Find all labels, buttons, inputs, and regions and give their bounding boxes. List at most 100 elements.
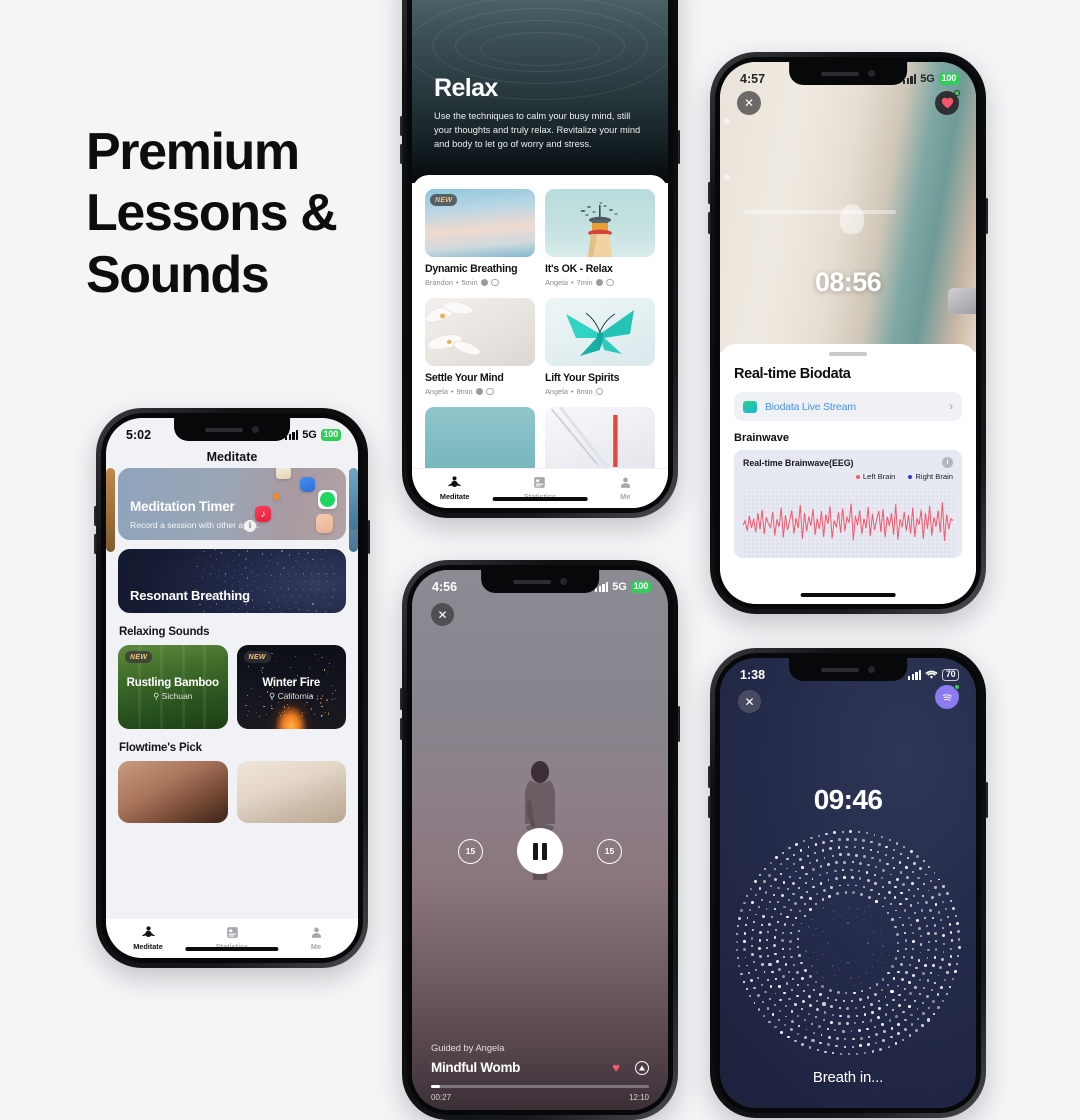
pick-card-1[interactable]: [118, 761, 228, 823]
info-icon[interactable]: i: [942, 457, 953, 468]
meditate-icon: [447, 476, 462, 489]
home-indicator[interactable]: [185, 947, 278, 951]
flower-graphic: [425, 298, 535, 366]
favorite-outline-icon[interactable]: [596, 388, 604, 396]
new-badge: NEW: [244, 651, 271, 663]
flower-thumb: [425, 298, 535, 366]
status-time: 1:38: [740, 668, 765, 682]
volume-down-button[interactable]: [400, 718, 403, 740]
pick-card-2[interactable]: [237, 761, 347, 823]
paper-thumb: [545, 407, 655, 475]
legend-left-brain: Left Brain: [856, 472, 896, 481]
home-indicator[interactable]: [493, 497, 588, 501]
legend-right-brain: Right Brain: [908, 472, 953, 481]
battery-badge: 100: [631, 581, 651, 593]
pause-icon-bar: [542, 843, 547, 860]
relax-title: Relax: [434, 74, 498, 103]
phone-screen: ‹ Relax Use the techniques to calm your …: [412, 0, 668, 508]
profile-icon: [310, 926, 323, 939]
paper-lines-graphic: [545, 407, 655, 475]
battery-badge: 70: [942, 669, 959, 682]
sound-card-bamboo[interactable]: NEW Rustling Bamboo ⚲ Sichuan: [118, 645, 228, 729]
lesson-card-its-ok-relax[interactable]: It's OK - Relax Angela • 7min: [545, 189, 655, 287]
phone-screen: 5:02 5G 100 Meditate ♪ Meditation Timer …: [106, 418, 358, 958]
favorite-button[interactable]: ♥: [612, 1060, 620, 1075]
sheet-grabber[interactable]: [829, 352, 867, 356]
volume-up-button[interactable]: [708, 182, 711, 204]
tab-meditate[interactable]: Meditate: [106, 919, 190, 958]
status-time: 4:56: [432, 580, 457, 594]
network-label: 5G: [612, 581, 626, 593]
airplay-button[interactable]: [635, 1061, 649, 1075]
relax-description: Use the techniques to calm your busy min…: [434, 110, 644, 152]
spotify-connect-button[interactable]: [935, 685, 959, 709]
volume-up-button[interactable]: [94, 506, 97, 526]
meditation-timer-card[interactable]: ♪ Meditation Timer Record a session with…: [118, 468, 346, 540]
status-time: 5:02: [126, 428, 151, 442]
lighthouse-graphic: [577, 201, 623, 257]
total-time: 12:10: [629, 1093, 649, 1102]
rewind-15-button[interactable]: 15: [458, 839, 483, 864]
timer-card-subtitle: Record a session with other apps.: [130, 520, 259, 530]
earpiece-speaker: [821, 668, 859, 672]
tab-statistics[interactable]: Statistics: [190, 919, 274, 958]
favorite-outline-icon[interactable]: [606, 279, 614, 287]
biodata-live-stream-row[interactable]: Biodata Live Stream ›: [734, 392, 962, 421]
close-button[interactable]: ✕: [737, 91, 761, 115]
power-button[interactable]: [678, 706, 681, 742]
phone-player: 4:56 5G 100 ✕ 15 15 Guided by Angela Min…: [402, 560, 678, 1120]
volume-up-button[interactable]: [708, 766, 711, 788]
progress-bar[interactable]: [431, 1085, 649, 1088]
tab-meditate[interactable]: Meditate: [412, 469, 497, 508]
power-button[interactable]: [678, 130, 681, 164]
lesson-meta: Angela • 9min: [425, 387, 535, 396]
close-button[interactable]: ✕: [431, 603, 454, 626]
lesson-card-partial-2[interactable]: [545, 407, 655, 475]
lesson-card-settle-your-mind[interactable]: Settle Your Mind Angela • 9min: [425, 298, 535, 396]
pick-card-next-edge[interactable]: [349, 468, 358, 530]
close-button[interactable]: ✕: [738, 690, 761, 713]
volume-up-button[interactable]: [400, 688, 403, 710]
lesson-card-dynamic-breathing[interactable]: NEW Dynamic Breathing Brandon • 5min: [425, 189, 535, 287]
power-button[interactable]: [986, 782, 989, 818]
info-icon[interactable]: i: [244, 520, 256, 532]
section-flowtimes-pick: Flowtime's Pick: [119, 742, 346, 754]
sound-card-prev-edge[interactable]: [106, 468, 115, 552]
tab-statistics[interactable]: Statistics: [497, 469, 582, 508]
biodata-title: Real-time Biodata: [734, 366, 962, 382]
favorite-outline-icon[interactable]: [486, 388, 494, 396]
statistics-icon: [226, 926, 239, 939]
eeg-card[interactable]: Real-time Brainwave(EEG) i Left Brain Ri…: [734, 450, 962, 558]
lesson-card-lift-your-spirits[interactable]: Lift Your Spirits Angela • 8min: [545, 298, 655, 396]
volume-down-button[interactable]: [708, 212, 711, 234]
lesson-list[interactable]: NEW Dynamic Breathing Brandon • 5min It'…: [412, 175, 668, 508]
location-pin-icon: ⚲: [269, 691, 275, 701]
pause-button[interactable]: [517, 828, 563, 874]
forward-15-button[interactable]: 15: [597, 839, 622, 864]
power-button[interactable]: [368, 520, 371, 554]
origami-butterfly-graphic: [560, 304, 640, 362]
lesson-card-partial-1[interactable]: [425, 407, 535, 475]
volume-down-button[interactable]: [400, 144, 403, 164]
lesson-row-1: NEW Dynamic Breathing Brandon • 5min It'…: [425, 189, 655, 287]
sound-card-fire[interactable]: NEW Winter Fire ⚲ California: [237, 645, 347, 729]
meditate-scroll[interactable]: ♪ Meditation Timer Record a session with…: [106, 468, 358, 920]
favorite-outline-icon[interactable]: [491, 279, 499, 287]
resonant-breathing-card[interactable]: Resonant Breathing: [118, 549, 346, 613]
home-indicator[interactable]: [801, 593, 896, 597]
volume-up-button[interactable]: [400, 116, 403, 136]
section-brainwave: Brainwave: [734, 432, 962, 444]
spotify-icon: [318, 490, 337, 509]
tab-me[interactable]: Me: [583, 469, 668, 508]
progress-fill: [431, 1085, 440, 1088]
legend-dot: [856, 475, 860, 479]
sound-card-location: ⚲ California: [237, 691, 347, 702]
front-camera: [560, 578, 567, 585]
heart-rate-button[interactable]: [935, 91, 959, 115]
volume-down-button[interactable]: [94, 534, 97, 554]
volume-down-button[interactable]: [708, 796, 711, 818]
origami-butterfly-thumb: [545, 298, 655, 366]
tab-me[interactable]: Me: [274, 919, 358, 958]
power-button[interactable]: [986, 198, 989, 234]
lesson-title: It's OK - Relax: [545, 263, 655, 275]
